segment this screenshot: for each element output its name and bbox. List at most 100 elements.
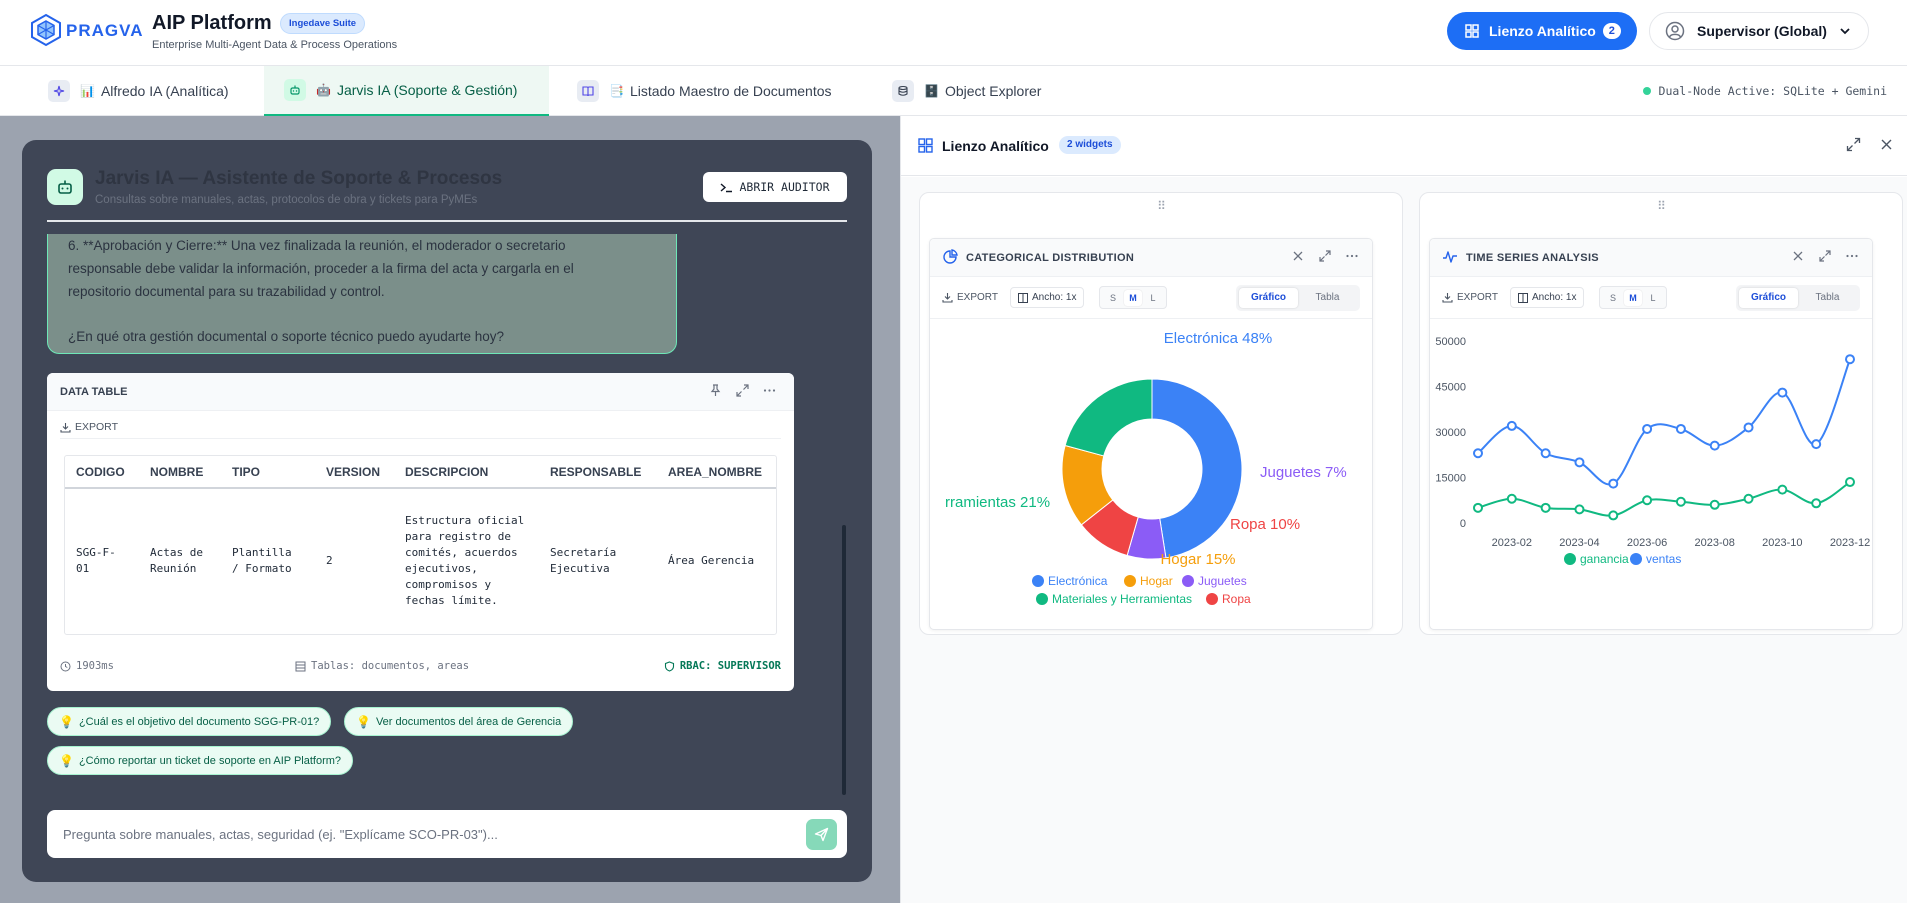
- series-line-ganancia: [1477, 481, 1851, 517]
- lightbulb-icon: 💡: [59, 714, 74, 729]
- data-point-ganancia: [1743, 493, 1754, 504]
- terminal-icon: [721, 182, 733, 192]
- line-chart: 0 15000 30000 45000 50000 2023-02 2023-04 2023-…: [1435, 336, 1870, 566]
- data-point-ventas: [1675, 423, 1686, 434]
- shield-icon: [664, 660, 674, 672]
- tab-label: Jarvis IA (Soporte & Gestión): [336, 82, 518, 98]
- tab-object-explorer[interactable]: 🗄️ Object Explorer: [868, 66, 1068, 116]
- data-table-export-button[interactable]: EXPORT: [60, 421, 118, 433]
- pie-chart-icon: [943, 249, 958, 264]
- export-label: EXPORT: [1457, 292, 1498, 303]
- expand-icon[interactable]: [1819, 250, 1831, 262]
- table-row: SGG-F-01 Actas de Reunión Plantilla / Fo…: [65, 488, 776, 633]
- legend-swatch: [1032, 575, 1044, 587]
- analytic-canvas-button[interactable]: Lienzo Analítico 2: [1447, 12, 1637, 50]
- cell-responsable: Secretaría Ejecutiva: [550, 546, 617, 575]
- message-line: 6. **Aprobación y Cierre:** Una vez fina…: [68, 238, 566, 253]
- tab-listado-maestro[interactable]: 📑 Listado Maestro de Documentos: [555, 66, 855, 116]
- canvas-title: Lienzo Analítico: [942, 138, 1049, 154]
- view-chart-button[interactable]: Gráfico: [1239, 288, 1298, 308]
- suggestion-label: ¿Cuál es el objetivo del documento SGG-P…: [78, 715, 320, 728]
- suggestion-label: ¿Cómo reportar un ticket de soporte en A…: [78, 754, 342, 767]
- expand-icon[interactable]: [1319, 250, 1331, 262]
- widget-title: TIME SERIES ANALYSIS: [1466, 252, 1599, 264]
- download-icon: [1442, 293, 1453, 303]
- column-header: NOMBRE: [139, 456, 221, 489]
- x-tick-label: 2023-06: [1627, 537, 1667, 549]
- send-button[interactable]: [806, 819, 837, 850]
- close-icon[interactable]: [1792, 250, 1804, 262]
- canvas-body: ⠿ CATEGORICAL DISTRIBUTION EXPORT Ancho:…: [901, 177, 1907, 903]
- view-table-button[interactable]: Tabla: [1798, 288, 1857, 308]
- tab-alfredo-ia[interactable]: 📊 Alfredo IA (Analítica): [24, 66, 264, 116]
- width-selector[interactable]: Ancho: 1x: [1010, 287, 1085, 308]
- canvas-button-label: Lienzo Analítico: [1489, 23, 1596, 39]
- widget-export-button[interactable]: EXPORT: [1442, 292, 1498, 303]
- y-tick-label: 15000: [1435, 473, 1466, 485]
- data-point-ganancia: [1506, 493, 1517, 504]
- drag-handle-icon[interactable]: ⠿: [1157, 199, 1166, 213]
- data-point-ganancia: [1811, 498, 1822, 509]
- rbac-badge: RBAC: SUPERVISOR: [679, 660, 781, 672]
- width-label: Ancho: 1x: [1532, 292, 1577, 303]
- suggestion-chip[interactable]: 💡 Ver documentos del área de Gerencia: [344, 707, 574, 736]
- expand-icon[interactable]: [1846, 137, 1861, 152]
- data-point-ventas: [1743, 422, 1754, 433]
- slice-label: Hogar 15%: [1160, 551, 1235, 568]
- more-icon[interactable]: [1846, 250, 1858, 262]
- message-line: ¿En qué otra gestión documental o soport…: [68, 329, 505, 344]
- more-icon[interactable]: [763, 384, 776, 397]
- canvas-widget-count-badge: 2: [1602, 23, 1621, 39]
- chat-input[interactable]: [63, 810, 783, 858]
- cell-tipo: Plantilla / Formato: [232, 546, 292, 575]
- view-table-button[interactable]: Tabla: [1298, 288, 1357, 308]
- donut-slice: [1151, 378, 1243, 559]
- x-tick-label: 2023-08: [1695, 537, 1735, 549]
- suggestion-chip[interactable]: 💡 ¿Cuál es el objetivo del documento SGG…: [47, 707, 332, 736]
- cell-area: Área Gerencia: [668, 554, 755, 567]
- chat-title: Jarvis IA — Asistente de Soporte & Proce…: [95, 168, 503, 189]
- user-menu-button[interactable]: Supervisor (Global): [1649, 12, 1869, 50]
- x-tick-label: 2023-12: [1830, 537, 1870, 549]
- suggestion-chip[interactable]: 💡 ¿Cómo reportar un ticket de soporte en…: [47, 746, 354, 775]
- pin-icon[interactable]: [709, 384, 722, 397]
- data-point-ganancia: [1777, 484, 1788, 495]
- slice-label: Ropa 10%: [1230, 516, 1300, 533]
- column-header: AREA_NOMBRE: [657, 456, 776, 489]
- tab-label: Listado Maestro de Documentos: [629, 83, 832, 99]
- column-header: DESCRIPCION: [394, 456, 539, 489]
- tab-label: Alfredo IA (Analítica): [100, 83, 229, 99]
- suggestion-label: Ver documentos del área de Gerencia: [375, 715, 562, 728]
- lightbulb-icon: 💡: [356, 714, 371, 729]
- data-point-ganancia: [1845, 477, 1855, 488]
- size-toggle: S M L: [1099, 286, 1167, 309]
- more-icon[interactable]: [1346, 250, 1358, 262]
- node-status-text: Dual-Node Active: SQLite + Gemini: [1658, 84, 1887, 98]
- data-point-ganancia: [1473, 502, 1483, 513]
- close-icon[interactable]: [1292, 250, 1304, 262]
- size-l-button[interactable]: L: [1144, 290, 1162, 306]
- legend-swatch: [1564, 553, 1576, 565]
- view-chart-button[interactable]: Gráfico: [1739, 288, 1798, 308]
- database-icon: [892, 80, 914, 102]
- data-point-ganancia: [1574, 504, 1585, 515]
- drag-handle-icon[interactable]: ⠿: [1657, 199, 1666, 213]
- width-selector[interactable]: Ancho: 1x: [1510, 287, 1585, 308]
- app-subtitle: Enterprise Multi-Agent Data & Process Op…: [152, 39, 398, 51]
- open-auditor-button[interactable]: ABRIR AUDITOR: [703, 172, 847, 202]
- widget-export-button[interactable]: EXPORT: [942, 292, 998, 303]
- size-l-button[interactable]: L: [1644, 290, 1662, 306]
- chat-scrollbar[interactable]: [842, 525, 846, 795]
- expand-icon[interactable]: [736, 384, 749, 397]
- tab-jarvis-ia[interactable]: 🤖 Jarvis IA (Soporte & Gestión): [264, 66, 549, 116]
- cell-codigo: SGG-F-01: [76, 546, 116, 575]
- jarvis-chat-panel: Jarvis IA — Asistente de Soporte & Proce…: [22, 140, 872, 882]
- size-m-button[interactable]: M: [1624, 289, 1642, 306]
- data-point-ventas: [1473, 448, 1483, 459]
- data-point-ventas: [1608, 478, 1619, 489]
- size-m-button[interactable]: M: [1124, 289, 1142, 306]
- size-s-button[interactable]: S: [1604, 290, 1622, 306]
- y-tick-label: 50000: [1435, 336, 1466, 348]
- size-s-button[interactable]: S: [1104, 290, 1122, 306]
- close-icon[interactable]: [1879, 137, 1894, 152]
